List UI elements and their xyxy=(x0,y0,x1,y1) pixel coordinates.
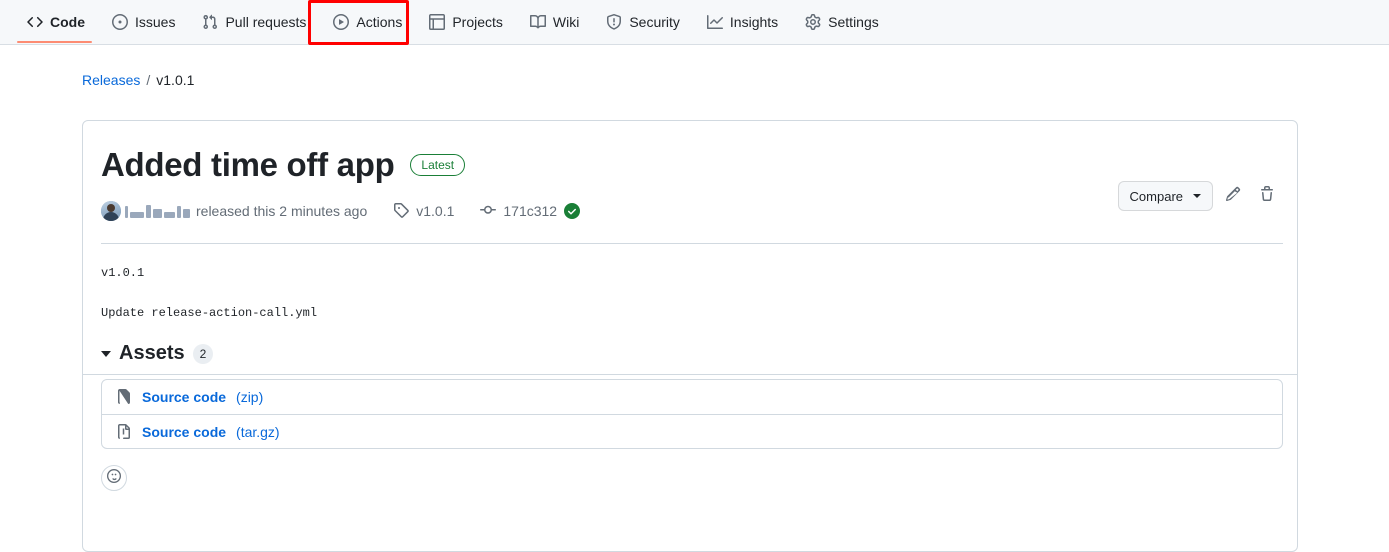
trash-icon xyxy=(1259,185,1275,207)
assets-count-badge: 2 xyxy=(192,343,214,364)
git-commit-icon xyxy=(480,202,497,221)
status-badge-latest: Latest xyxy=(410,154,466,177)
breadcrumb-current: v1.0.1 xyxy=(156,72,195,88)
release-meta-row: released this 2 minutes ago v1.0.1 171c3… xyxy=(99,201,1281,222)
list-item[interactable]: Source code (zip) xyxy=(102,380,1282,414)
book-icon xyxy=(529,14,546,30)
assets-list: Source code (zip) Source code (tar.gz) xyxy=(101,379,1283,450)
chevron-down-icon xyxy=(1193,194,1201,198)
repo-nav-label-actions: Actions xyxy=(356,14,403,30)
issue-opened-icon xyxy=(112,14,128,30)
repo-nav-label-issues: Issues xyxy=(135,14,176,30)
pencil-icon xyxy=(1225,186,1241,207)
repo-nav-label-settings: Settings xyxy=(828,14,879,30)
repo-nav-list: Code Issues Pull requests Actions Projec xyxy=(18,0,897,44)
release-commit-chip[interactable]: 171c312 xyxy=(480,202,581,221)
repo-nav-tab-code[interactable]: Code xyxy=(18,7,94,38)
released-this-label: released this xyxy=(196,203,276,220)
release-title-row: Added time off app Latest xyxy=(99,146,1281,183)
compare-button-label: Compare xyxy=(1129,188,1183,204)
release-tag-chip[interactable]: v1.0.1 xyxy=(393,202,454,221)
smiley-icon xyxy=(107,468,121,488)
breadcrumb: Releases / v1.0.1 xyxy=(82,70,194,90)
assets-title: Assets xyxy=(119,342,185,365)
release-commit-sha: 171c312 xyxy=(503,203,558,220)
asset-name[interactable]: Source code xyxy=(142,424,226,440)
assets-header-toggle[interactable]: Assets 2 xyxy=(99,342,1281,365)
list-item[interactable]: Source code (tar.gz) xyxy=(102,414,1282,448)
repo-nav-tab-actions[interactable]: Actions xyxy=(324,7,411,38)
table-icon xyxy=(429,14,446,30)
repo-nav-tab-settings[interactable]: Settings xyxy=(796,7,888,38)
asset-name[interactable]: Source code xyxy=(142,389,226,405)
tag-icon xyxy=(393,202,410,221)
shield-icon xyxy=(606,14,622,30)
triangle-down-icon xyxy=(101,350,111,357)
add-reaction-button[interactable] xyxy=(101,465,127,492)
release-timestamp: 2 minutes ago xyxy=(279,203,368,220)
breadcrumb-link-releases[interactable]: Releases xyxy=(82,70,140,90)
repo-nav-label-insights: Insights xyxy=(729,14,779,30)
repo-nav-tab-pull-requests[interactable]: Pull requests xyxy=(193,7,315,38)
repo-nav-tab-issues[interactable]: Issues xyxy=(103,7,184,38)
git-pull-request-icon xyxy=(202,14,218,30)
release-card: Added time off app Latest Compare releas… xyxy=(82,120,1298,552)
compare-button[interactable]: Compare xyxy=(1117,181,1213,211)
release-body: v1.0.1 Update release-action-call.yml xyxy=(99,244,1281,322)
release-actions: Compare xyxy=(1117,181,1281,211)
assets-divider xyxy=(83,374,1297,375)
play-icon xyxy=(333,14,350,30)
reactions-row xyxy=(99,449,1281,492)
asset-extension: (tar.gz) xyxy=(236,423,280,440)
repo-nav-label-projects: Projects xyxy=(452,14,503,30)
release-body-line-1: v1.0.1 xyxy=(101,266,145,281)
breadcrumb-separator: / xyxy=(146,72,151,88)
code-icon xyxy=(27,14,43,30)
repo-nav-label-pull-requests: Pull requests xyxy=(225,14,307,30)
repo-nav-tab-projects[interactable]: Projects xyxy=(420,7,512,38)
repo-nav-label-code: Code xyxy=(50,14,85,30)
avatar[interactable] xyxy=(101,201,121,222)
assets-section: Assets 2 Source code (zip) Source code ( xyxy=(99,322,1283,492)
repo-nav-tab-wiki[interactable]: Wiki xyxy=(521,7,588,38)
delete-release-button[interactable] xyxy=(1253,182,1281,210)
page-title: Added time off app xyxy=(101,146,395,183)
graph-icon xyxy=(706,14,723,30)
repo-nav-label-wiki: Wiki xyxy=(552,14,580,30)
active-tab-underline xyxy=(17,41,92,43)
gear-icon xyxy=(805,14,821,30)
file-zip-icon xyxy=(116,423,132,440)
verified-check-icon xyxy=(564,203,581,220)
repo-nav-tab-security[interactable]: Security xyxy=(597,7,689,38)
repo-header-nav: Code Issues Pull requests Actions Projec xyxy=(0,0,1389,45)
file-zip-icon xyxy=(116,389,132,405)
release-card-body: Added time off app Latest Compare releas… xyxy=(83,146,1297,492)
repo-nav-tab-insights[interactable]: Insights xyxy=(698,7,787,38)
author-username-redacted[interactable] xyxy=(125,204,190,219)
release-body-line-2: Update release-action-call.yml xyxy=(101,306,318,321)
release-tag-label: v1.0.1 xyxy=(416,203,455,220)
repo-nav-label-security: Security xyxy=(629,14,680,30)
edit-release-button[interactable] xyxy=(1219,182,1247,210)
asset-extension: (zip) xyxy=(236,389,264,406)
